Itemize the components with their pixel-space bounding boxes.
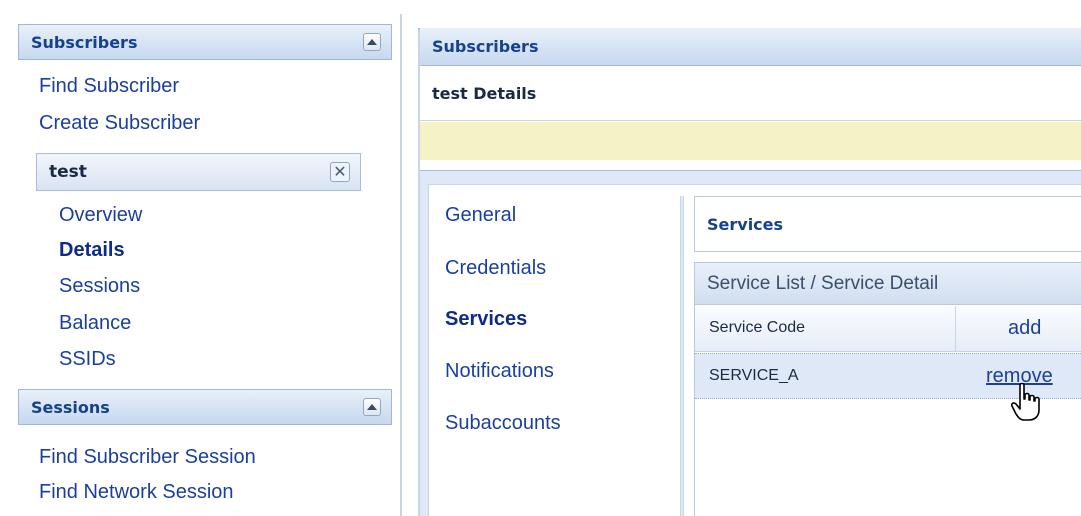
- subscribers-panel-title: Subscribers: [31, 32, 138, 52]
- tab-credentials[interactable]: Credentials: [445, 257, 546, 280]
- close-tab-button[interactable]: ✕: [330, 162, 350, 182]
- subscriber-tab-header[interactable]: test ✕: [36, 153, 361, 191]
- sidebar-item-sessions[interactable]: Sessions: [59, 275, 140, 298]
- hand-cursor-icon: [1011, 382, 1040, 421]
- close-icon: ✕: [333, 162, 347, 181]
- service-code-cell: SERVICE_A: [709, 367, 799, 384]
- tab-general[interactable]: General: [445, 204, 516, 227]
- find-subscriber-link[interactable]: Find Subscriber: [39, 75, 179, 98]
- create-subscriber-link[interactable]: Create Subscriber: [39, 112, 200, 135]
- sessions-panel-title: Sessions: [31, 397, 110, 417]
- service-list-title: Service List / Service Detail: [695, 263, 1081, 305]
- service-list-title-text: Service List / Service Detail: [707, 272, 939, 294]
- sidebar-divider: [400, 14, 402, 516]
- table-header: Service Code add: [695, 306, 1081, 352]
- collapse-up-icon: [367, 404, 377, 410]
- find-subscriber-session-link[interactable]: Find Subscriber Session: [39, 446, 256, 469]
- collapse-subscribers-button[interactable]: [363, 33, 381, 51]
- sidebar-item-overview[interactable]: Overview: [59, 204, 142, 227]
- add-service-link[interactable]: add: [1008, 317, 1041, 340]
- collapse-up-icon: [367, 39, 377, 45]
- column-divider: [955, 306, 956, 352]
- subscribers-panel-header[interactable]: Subscribers: [18, 24, 392, 60]
- main-header: Subscribers: [420, 28, 1081, 66]
- sessions-panel-header[interactable]: Sessions: [18, 389, 392, 425]
- subscriber-tab-title: test: [49, 162, 87, 182]
- main-header-title: Subscribers: [432, 37, 539, 56]
- column-header-service-code: Service Code: [709, 319, 806, 336]
- tab-subaccounts[interactable]: Subaccounts: [445, 412, 561, 435]
- sidebar: Subscribers Find Subscriber Create Subsc…: [0, 0, 400, 516]
- find-network-session-link[interactable]: Find Network Session: [39, 481, 234, 504]
- sidebar-item-details[interactable]: Details: [59, 239, 125, 262]
- page-title: test Details: [432, 84, 537, 103]
- details-title-bar: test Details: [420, 67, 1081, 121]
- notice-bar: [420, 122, 1081, 160]
- tabs-divider: [680, 196, 684, 516]
- tab-services[interactable]: Services: [445, 308, 527, 331]
- sidebar-item-balance[interactable]: Balance: [59, 312, 131, 335]
- collapse-sessions-button[interactable]: [363, 398, 381, 416]
- tab-notifications[interactable]: Notifications: [445, 360, 554, 383]
- services-header: Services: [694, 196, 1081, 252]
- sidebar-item-ssids[interactable]: SSIDs: [59, 348, 116, 371]
- services-title: Services: [707, 214, 784, 234]
